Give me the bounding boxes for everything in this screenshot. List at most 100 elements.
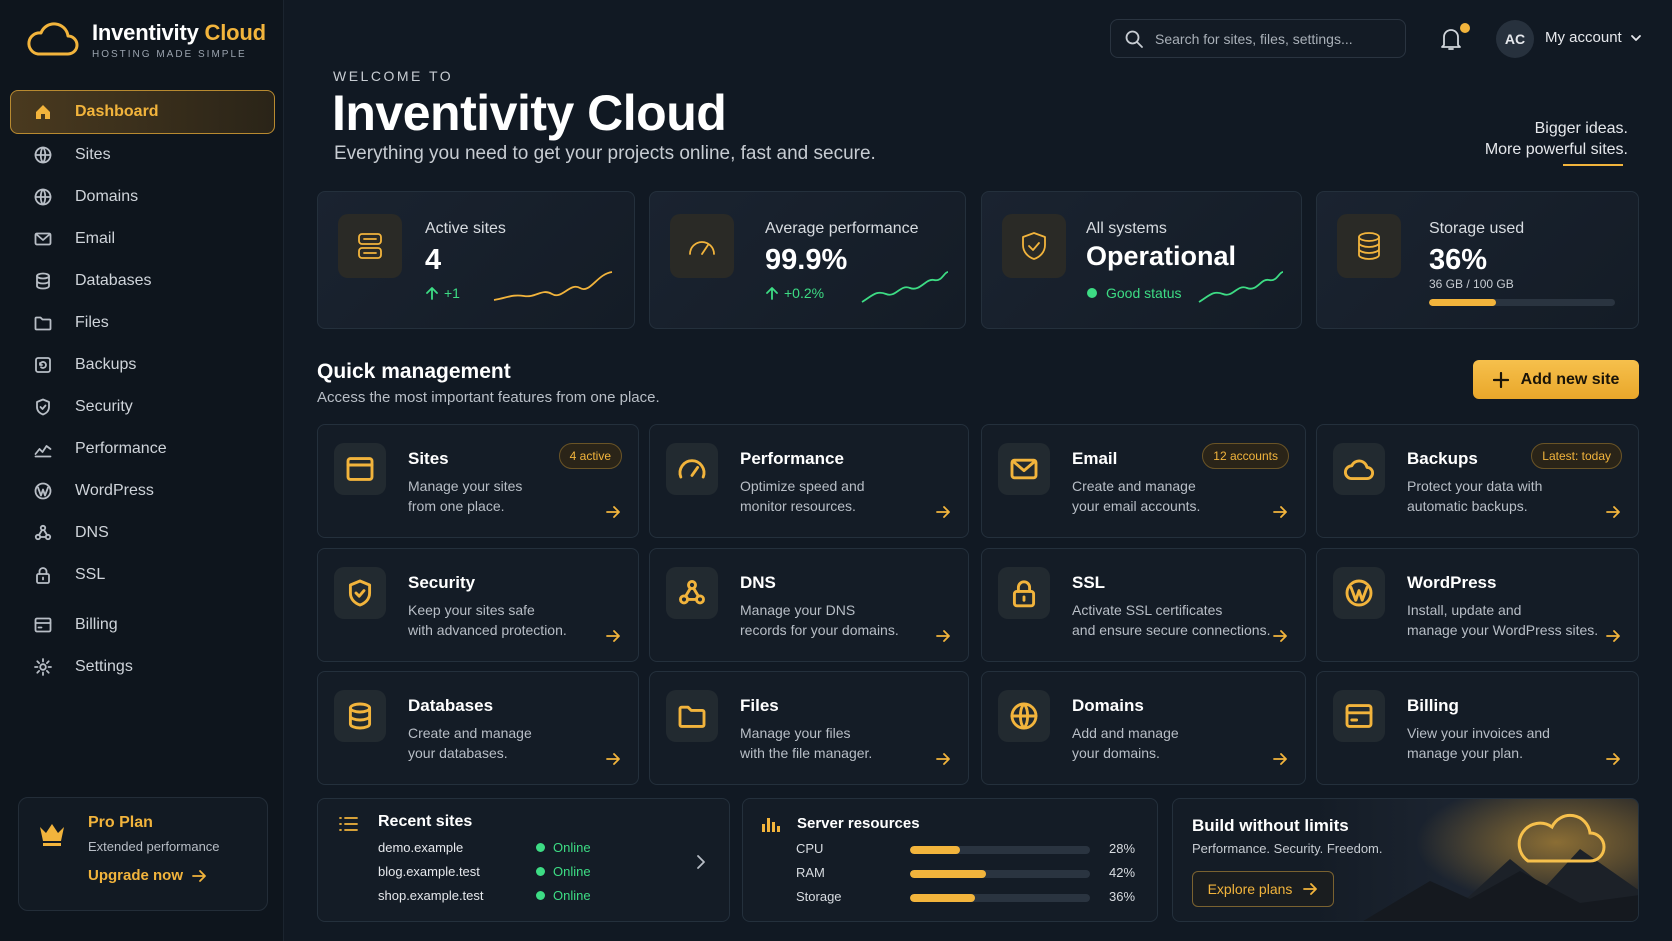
- quick-tile-billing[interactable]: Billing View your invoices and manage you…: [1316, 671, 1639, 785]
- sidebar-item-ssl[interactable]: SSL: [10, 554, 275, 596]
- plan-description: Extended performance: [88, 839, 220, 854]
- chevron-down-icon: [1630, 34, 1641, 41]
- resource-percent: 36%: [1109, 889, 1136, 904]
- tagline-line-1: Bigger ideas.: [1534, 120, 1628, 137]
- account-menu[interactable]: My account: [1545, 29, 1642, 46]
- server-icon-box: [338, 214, 402, 278]
- sparkline-chart: [493, 271, 613, 301]
- sidebar-item-wordpress[interactable]: WordPress: [10, 470, 275, 512]
- plan-name: Pro Plan: [88, 814, 153, 831]
- stat-card-performance[interactable]: Average performance 99.9% +0.2%: [649, 191, 966, 329]
- wordpress-icon: [34, 482, 52, 500]
- promo-banner: Build without limits Performance. Securi…: [1172, 798, 1639, 922]
- promo-title: Build without limits: [1192, 816, 1349, 835]
- tile-description-line: Activate SSL certificates: [1072, 602, 1223, 618]
- plan-card: Pro Plan Extended performance Upgrade no…: [18, 797, 268, 911]
- shield-icon: [36, 398, 50, 416]
- recent-site-link[interactable]: blog.example.test: [378, 864, 480, 879]
- tile-icon-box: [1333, 690, 1385, 742]
- explore-plans-button[interactable]: Explore plans: [1192, 871, 1334, 907]
- stat-card-systems[interactable]: All systems Operational Good status: [981, 191, 1302, 329]
- tile-icon-box: [1333, 443, 1385, 495]
- quick-tile-ssl[interactable]: SSL Activate SSL certificates and ensure …: [981, 548, 1306, 662]
- sidebar-item-security[interactable]: Security: [10, 386, 275, 428]
- add-new-site-label: Add new site: [1520, 370, 1620, 388]
- tile-description-line: Manage your sites: [408, 478, 523, 494]
- tile-icon-box: [334, 567, 386, 619]
- shield-icon-box: [1002, 214, 1066, 278]
- sidebar-item-label: Databases: [75, 272, 152, 289]
- resource-bar: [910, 894, 1090, 902]
- tile-icon-box: [998, 690, 1050, 742]
- quick-tile-domains[interactable]: Domains Add and manage your domains.: [981, 671, 1306, 785]
- arrow-up-icon: [766, 287, 778, 300]
- database-icon: [36, 272, 50, 290]
- arrow-right-icon: [1606, 630, 1620, 642]
- quick-tile-files[interactable]: Files Manage your files with the file man…: [649, 671, 969, 785]
- stat-label: Active sites: [425, 220, 506, 237]
- quick-tile-dns[interactable]: DNS Manage your DNS records for your doma…: [649, 548, 969, 662]
- sidebar-item-label: Domains: [75, 188, 139, 205]
- logo[interactable]: Inventivity Cloud HOSTING MADE SIMPLE: [24, 18, 266, 62]
- resource-bar: [910, 846, 1090, 854]
- tile-icon-box: [1333, 567, 1385, 619]
- quick-tile-wordpress[interactable]: WordPress Install, update and manage your…: [1316, 548, 1639, 662]
- promo-subtitle: Performance. Security. Freedom.: [1192, 841, 1383, 856]
- cloud-icon: [1343, 459, 1374, 481]
- sidebar-item-dns[interactable]: DNS: [10, 512, 275, 554]
- quick-tile-email[interactable]: Email Create and manage your email accoun…: [981, 424, 1306, 538]
- add-new-site-button[interactable]: Add new site: [1473, 360, 1639, 399]
- tile-title: Billing: [1407, 696, 1459, 715]
- resource-bar: [910, 870, 1090, 878]
- sidebar: Inventivity Cloud HOSTING MADE SIMPLE Da…: [0, 0, 284, 941]
- account-label: My account: [1545, 29, 1622, 46]
- storage-progress-fill: [1429, 299, 1496, 306]
- dns-icon: [34, 524, 52, 541]
- notification-dot: [1460, 23, 1470, 33]
- quick-tile-backups[interactable]: Backups Protect your data with automatic …: [1316, 424, 1639, 538]
- sidebar-item-backups[interactable]: Backups: [10, 344, 275, 386]
- tile-icon-box: [334, 690, 386, 742]
- tile-description-line: Install, update and: [1407, 602, 1522, 618]
- quick-tile-sites[interactable]: Sites Manage your sites from one place. 4…: [317, 424, 639, 538]
- stat-card-active-sites[interactable]: Active sites 4 +1: [317, 191, 635, 329]
- sidebar-item-domains[interactable]: Domains: [10, 176, 275, 218]
- avatar[interactable]: AC: [1496, 20, 1534, 58]
- site-status-label: Online: [553, 888, 591, 903]
- section-title: Quick management: [317, 360, 511, 383]
- page-subtitle: Everything you need to get your projects…: [334, 143, 876, 164]
- sidebar-item-dashboard[interactable]: Dashboard: [10, 90, 275, 134]
- stat-value: 4: [425, 244, 442, 276]
- sidebar-item-files[interactable]: Files: [10, 302, 275, 344]
- tile-description-line: Create and manage: [408, 725, 532, 741]
- shield-check-icon: [1022, 232, 1046, 260]
- sidebar-item-performance[interactable]: Performance: [10, 428, 275, 470]
- lock-icon: [36, 567, 50, 584]
- quick-tile-performance[interactable]: Performance Optimize speed and monitor re…: [649, 424, 969, 538]
- search-bar[interactable]: [1110, 19, 1406, 58]
- crown-icon: [40, 824, 64, 846]
- sidebar-item-settings[interactable]: Settings: [10, 646, 275, 688]
- mail-icon: [1010, 458, 1038, 480]
- upgrade-link[interactable]: Upgrade now: [88, 867, 207, 884]
- shield-icon: [348, 579, 372, 607]
- search-input[interactable]: [1155, 30, 1395, 47]
- tile-description-line: Manage your files: [740, 725, 851, 741]
- sidebar-item-databases[interactable]: Databases: [10, 260, 275, 302]
- chevron-right-icon[interactable]: [694, 853, 708, 871]
- bar-chart-icon: [762, 818, 780, 832]
- recent-site-link[interactable]: demo.example: [378, 840, 463, 855]
- quick-tile-databases[interactable]: Databases Create and manage your database…: [317, 671, 639, 785]
- arrow-right-icon: [936, 630, 950, 642]
- sidebar-item-billing[interactable]: Billing: [10, 604, 275, 646]
- upgrade-label: Upgrade now: [88, 867, 184, 884]
- resource-label: CPU: [796, 841, 824, 856]
- arrow-right-icon: [606, 506, 620, 518]
- sidebar-item-sites[interactable]: Sites: [10, 134, 275, 176]
- recent-site-link[interactable]: shop.example.test: [378, 888, 484, 903]
- quick-tile-security[interactable]: Security Keep your sites safe with advanc…: [317, 548, 639, 662]
- stat-card-storage[interactable]: Storage used 36% 36 GB / 100 GB: [1316, 191, 1639, 329]
- tile-title: Databases: [408, 696, 494, 715]
- sidebar-item-email[interactable]: Email: [10, 218, 275, 260]
- wordpress-icon: [1345, 579, 1373, 607]
